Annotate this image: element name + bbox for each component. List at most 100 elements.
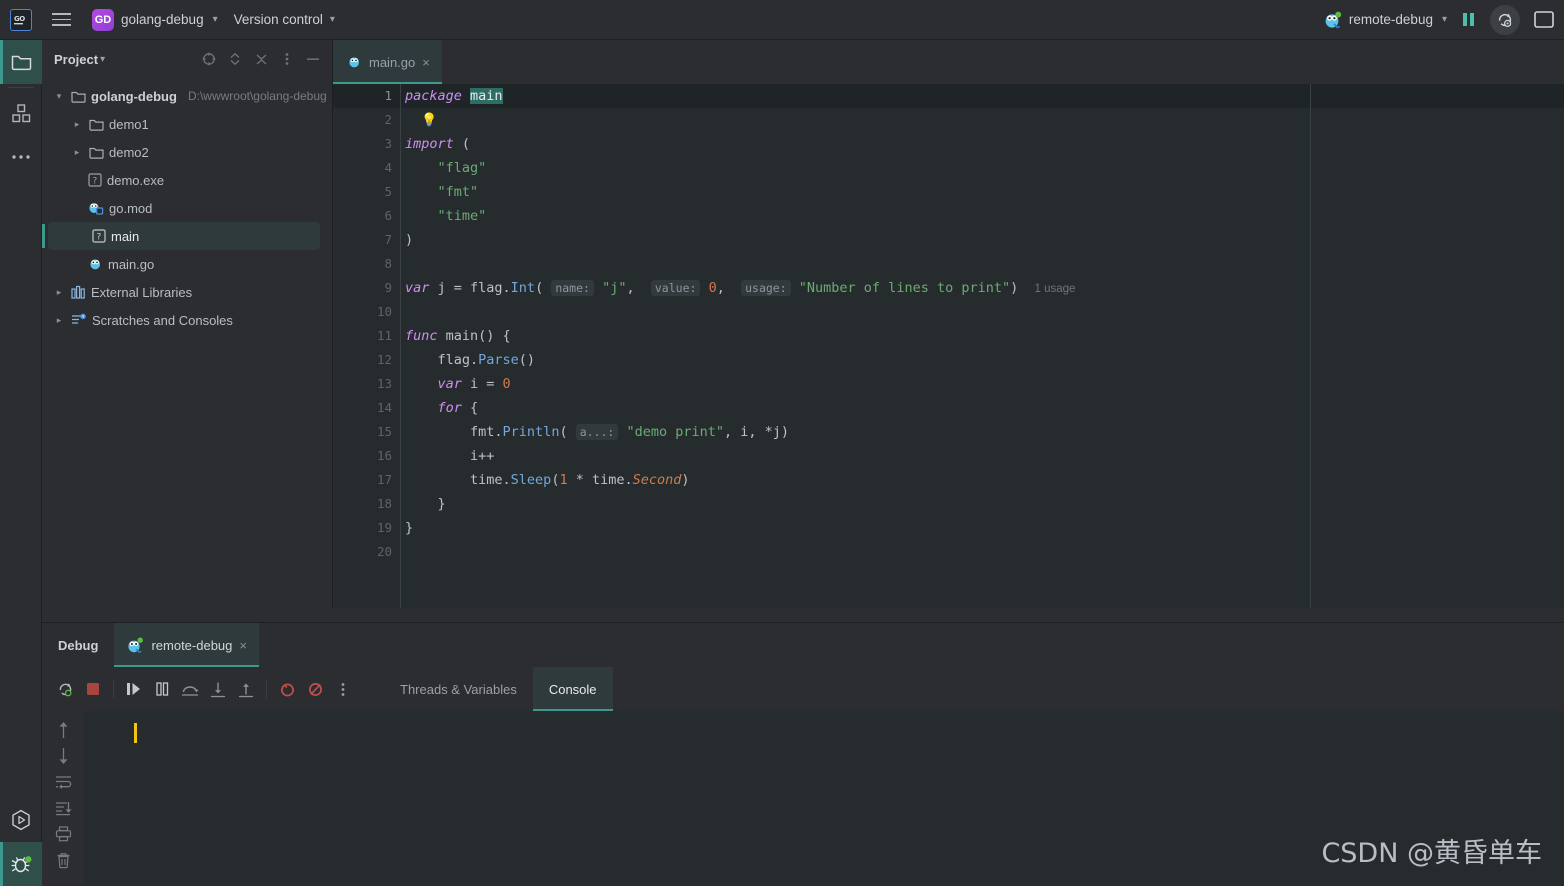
param-hint-usage: usage:	[741, 280, 791, 296]
minus-icon[interactable]	[302, 48, 324, 70]
scroll-to-end-icon[interactable]	[42, 795, 84, 821]
intention-bulb-icon[interactable]: 💡	[421, 113, 437, 128]
code-editor[interactable]: 1 2 3 4 5 6 7 8 9 10 11 12 13 14 15 16 1…	[333, 84, 1564, 608]
tree-item-external-libraries[interactable]: ▸ External Libraries	[42, 278, 332, 306]
stop-icon[interactable]	[80, 676, 106, 702]
version-control-label: Version control	[234, 12, 323, 27]
tree-item-scratches-and-consoles[interactable]: ▸ Scratches and Consoles	[42, 306, 332, 334]
code-text-area[interactable]: package main 💡 import ( "flag" "fmt" "ti…	[400, 84, 1564, 608]
step-into-icon[interactable]	[205, 676, 231, 702]
ide-window: GO GD golang-debug ▾ Version control ▾	[0, 0, 1564, 886]
code-line-3: import (	[401, 132, 1564, 156]
arrow-up-icon[interactable]	[42, 717, 84, 743]
step-out-icon[interactable]	[233, 676, 259, 702]
tree-item-label: External Libraries	[91, 285, 192, 300]
chevron-right-icon[interactable]: ▸	[70, 119, 84, 130]
tree-item-golang-debug[interactable]: ▾ golang-debug D:\wwwroot\golang-debug	[42, 82, 332, 110]
line-number: 7	[333, 228, 400, 252]
code-line-2: 💡	[401, 108, 1564, 132]
debug-panel-title: Debug	[58, 638, 98, 653]
trash-icon[interactable]	[42, 847, 84, 873]
chevron-down-icon[interactable]: ▾	[100, 54, 105, 65]
editor-gutter[interactable]: 1 2 3 4 5 6 7 8 9 10 11 12 13 14 15 16 1…	[333, 84, 400, 608]
tree-item-label: main	[111, 229, 139, 244]
left-tool-strip	[0, 40, 42, 886]
line-number: 2	[333, 108, 400, 132]
sidebar-item-run[interactable]	[0, 798, 42, 842]
sidebar-item-more[interactable]	[0, 135, 42, 179]
tab-console[interactable]: Console	[533, 667, 613, 711]
debug-session-tab[interactable]: remote-debug ×	[114, 623, 259, 667]
svg-text:?: ?	[93, 177, 98, 187]
project-selector[interactable]: GD golang-debug ▾	[92, 9, 218, 31]
tree-item-demo2[interactable]: ▸ demo2	[42, 138, 332, 166]
step-over-icon[interactable]	[177, 676, 203, 702]
project-panel-actions	[198, 48, 324, 70]
tree-item-main-go[interactable]: main.go	[42, 250, 332, 278]
tree-item-demo1[interactable]: ▸ demo1	[42, 110, 332, 138]
crosshair-icon[interactable]	[198, 48, 220, 70]
editor-tab-main-go[interactable]: main.go ×	[333, 40, 442, 84]
tab-threads-variables[interactable]: Threads & Variables	[384, 667, 533, 711]
mute-breakpoint-icon[interactable]	[302, 676, 328, 702]
rerun-icon[interactable]	[52, 676, 78, 702]
top-bar-right: remote-debug ▾	[1323, 5, 1564, 35]
version-control-menu[interactable]: Version control ▾	[234, 12, 335, 27]
print-icon[interactable]	[42, 821, 84, 847]
more-dots-icon	[11, 154, 31, 160]
line-number: 12	[333, 348, 400, 372]
unknown-file-icon: ?	[88, 173, 102, 187]
code-line-15: fmt.Println( a...: "demo print", i, *j)	[401, 420, 1564, 444]
chevron-right-icon[interactable]: ▸	[70, 147, 84, 158]
rerun-debug-button[interactable]	[1490, 5, 1520, 35]
project-panel-title[interactable]: Project	[54, 52, 98, 67]
chevron-right-icon[interactable]: ▸	[52, 315, 66, 326]
divider	[113, 680, 114, 698]
code-line-19: }	[401, 516, 1564, 540]
more-vertical-icon[interactable]	[330, 676, 356, 702]
resume-icon[interactable]	[121, 676, 147, 702]
svg-text:GO: GO	[14, 15, 25, 23]
code-line-14: for {	[401, 396, 1564, 420]
line-number: 17	[333, 468, 400, 492]
go-debug-icon	[126, 637, 144, 654]
code-line-11: func main() {	[401, 324, 1564, 348]
soft-wrap-icon[interactable]	[42, 769, 84, 795]
line-number: 15	[333, 420, 400, 444]
chevron-right-icon[interactable]: ▸	[52, 287, 66, 298]
window-layout-button[interactable]	[1530, 6, 1558, 34]
usage-inlay[interactable]: 1 usage	[1035, 283, 1076, 295]
debug-sub-tabs: Threads & Variables Console	[384, 667, 613, 711]
main-menu-icon[interactable]	[44, 4, 78, 36]
project-badge: GD	[92, 9, 114, 31]
tree-item-demo-exe[interactable]: ? demo.exe	[42, 166, 332, 194]
code-line-8	[401, 252, 1564, 276]
more-vertical-icon[interactable]	[276, 48, 298, 70]
collapse-all-icon[interactable]	[250, 48, 272, 70]
sidebar-item-debug[interactable]	[0, 842, 42, 886]
editor-area: main.go × 1 2 3 4 5 6 7 8 9 10 11 12 13 …	[333, 40, 1564, 608]
line-number: 5	[333, 180, 400, 204]
bug-icon	[10, 853, 33, 875]
param-hint-a: a...:	[576, 424, 619, 440]
line-number: 11	[333, 324, 400, 348]
chevron-down-icon[interactable]: ▾	[52, 91, 66, 102]
tree-item-label: demo.exe	[107, 173, 164, 188]
sidebar-item-structure[interactable]	[0, 91, 42, 135]
grid-squares-icon	[12, 104, 31, 123]
line-number: 6	[333, 204, 400, 228]
pause-icon[interactable]	[149, 676, 175, 702]
chevron-down-icon: ▾	[213, 14, 218, 25]
run-configuration-selector[interactable]: remote-debug ▾	[1323, 11, 1447, 29]
tree-item-go-mod[interactable]: go.mod	[42, 194, 332, 222]
chevrons-updown-icon[interactable]	[224, 48, 246, 70]
close-icon[interactable]: ×	[422, 55, 430, 70]
arrow-down-icon[interactable]	[42, 743, 84, 769]
breakpoint-icon[interactable]	[274, 676, 300, 702]
line-number: 3	[333, 132, 400, 156]
library-icon	[71, 285, 86, 299]
close-icon[interactable]: ×	[239, 638, 247, 653]
pause-program-button[interactable]	[1457, 13, 1480, 26]
sidebar-item-project[interactable]	[0, 40, 42, 84]
tree-item-main[interactable]: ? main	[48, 222, 320, 250]
